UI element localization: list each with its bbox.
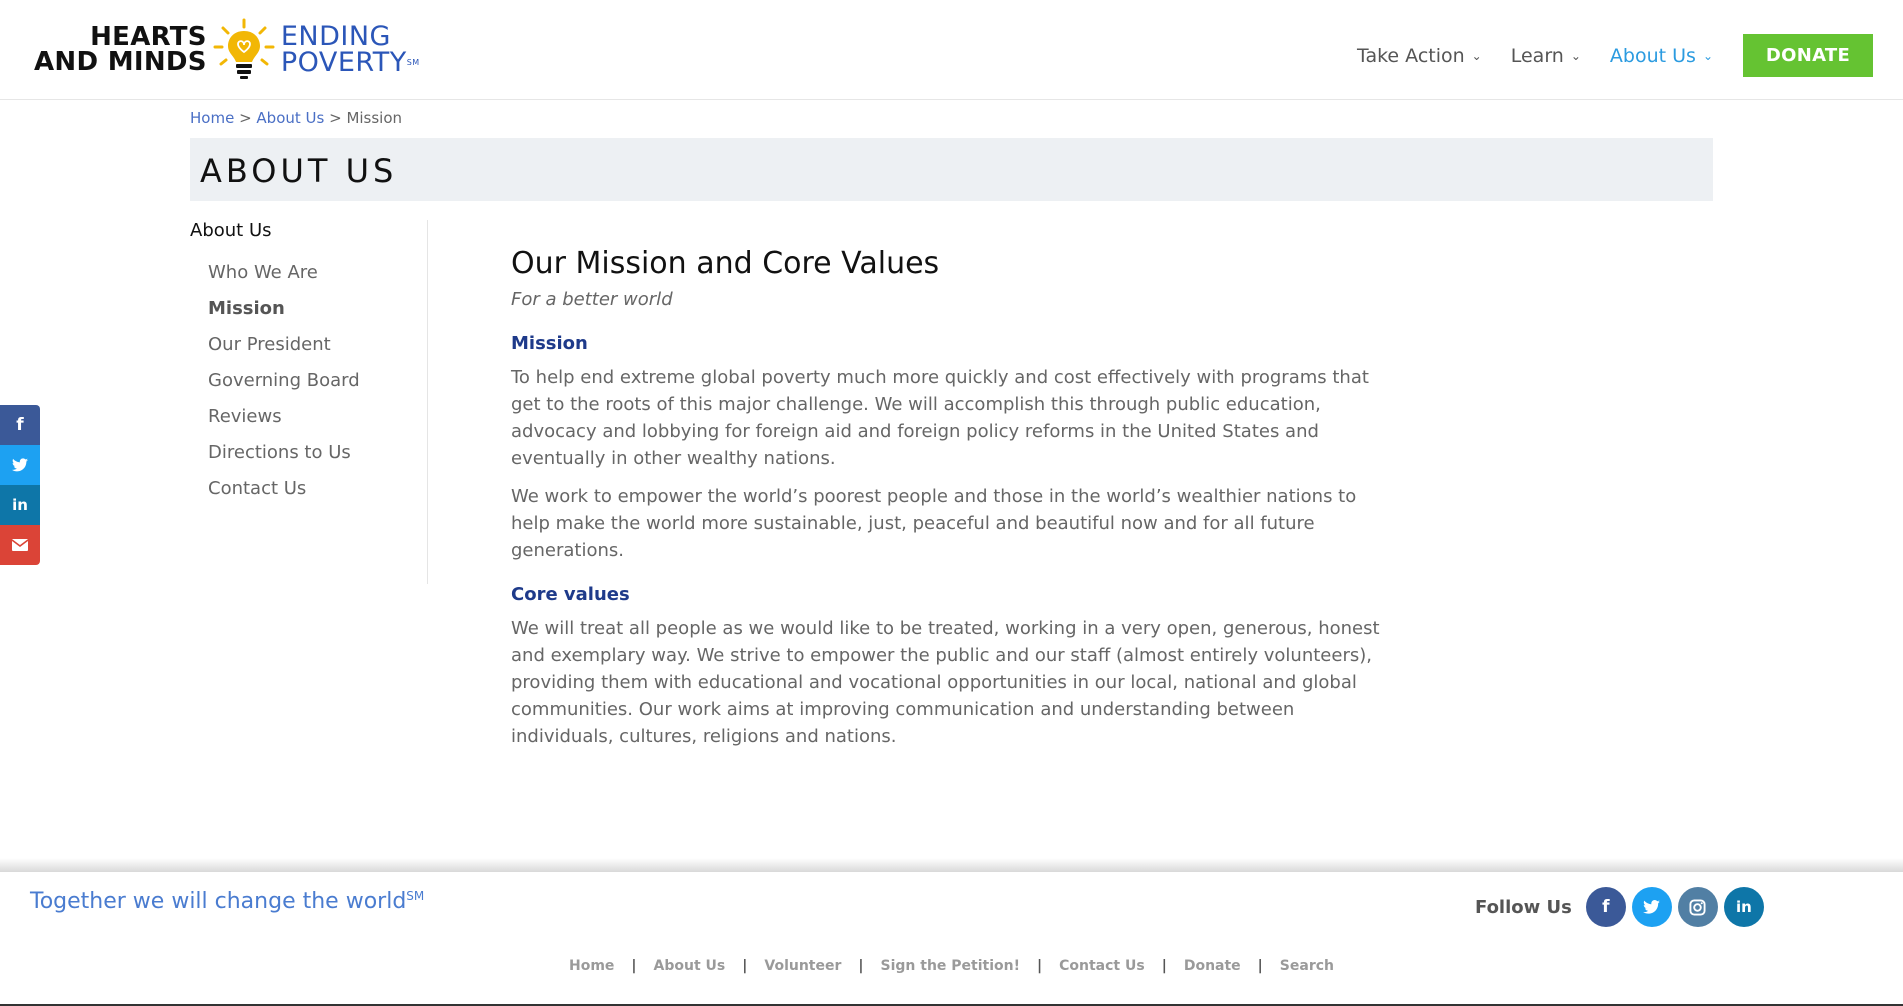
logo-line-and-minds: AND MINDS bbox=[34, 47, 207, 77]
logo-text-left: HEARTS AND MINDS bbox=[34, 24, 207, 77]
footer-separator: | bbox=[1257, 958, 1263, 974]
logo-text-right: ENDING POVERTYSM bbox=[280, 23, 420, 78]
nav-learn-label: Learn bbox=[1510, 44, 1564, 67]
nav-about-us-label: About Us bbox=[1609, 44, 1696, 67]
main-nav: Take Action ⌄ Learn ⌄ About Us ⌄ DONATE bbox=[1328, 34, 1903, 77]
page-title: ABOUT US bbox=[200, 152, 398, 190]
mission-paragraph-1: To help end extreme global poverty much … bbox=[511, 367, 1369, 469]
share-linkedin-button[interactable]: in bbox=[0, 485, 40, 525]
footer-links: Home | About Us | Volunteer | Sign the P… bbox=[0, 958, 1903, 974]
footer-separator: | bbox=[631, 958, 637, 974]
nav-take-action-label: Take Action bbox=[1357, 44, 1465, 67]
follow-us: Follow Us f in bbox=[1475, 887, 1764, 927]
instagram-icon bbox=[1689, 898, 1706, 916]
footer-tagline-text: Together we will change the world bbox=[30, 889, 407, 914]
donate-button[interactable]: DONATE bbox=[1743, 34, 1873, 77]
twitter-icon bbox=[1643, 900, 1661, 914]
facebook-icon: f bbox=[16, 415, 24, 435]
breadcrumb-home[interactable]: Home bbox=[190, 109, 234, 127]
sidebar-item-who-we-are[interactable]: Who We Are bbox=[208, 261, 427, 297]
mission-paragraph-2: We work to empower the world’s poorest p… bbox=[511, 486, 1357, 561]
footer-link-contact-us[interactable]: Contact Us bbox=[1059, 958, 1145, 974]
footer-separator: | bbox=[1037, 958, 1043, 974]
footer-separator: | bbox=[1161, 958, 1167, 974]
footer-link-volunteer[interactable]: Volunteer bbox=[764, 958, 841, 974]
follow-facebook-button[interactable]: f bbox=[1585, 887, 1626, 927]
breadcrumb-about-us[interactable]: About Us bbox=[256, 109, 324, 127]
lightbulb-icon bbox=[213, 18, 275, 79]
share-twitter-button[interactable] bbox=[0, 445, 40, 485]
section-title-core-values: Core values bbox=[511, 584, 630, 605]
content-heading: Our Mission and Core Values bbox=[511, 246, 940, 281]
facebook-icon: f bbox=[1602, 897, 1610, 917]
share-email-button[interactable] bbox=[0, 525, 40, 565]
sidebar-item-mission[interactable]: Mission bbox=[208, 297, 427, 333]
main-content: Our Mission and Core Values For a better… bbox=[511, 246, 1381, 761]
sidebar-item-directions[interactable]: Directions to Us bbox=[208, 441, 427, 477]
sidebar-title[interactable]: About Us bbox=[190, 220, 427, 241]
service-mark: SM bbox=[406, 58, 420, 67]
service-mark: SM bbox=[406, 889, 425, 903]
footer-separator: | bbox=[858, 958, 864, 974]
chevron-down-icon: ⌄ bbox=[1570, 48, 1581, 63]
site-header: HEARTS AND MINDS ENDING POVERTYSM Take A… bbox=[0, 0, 1903, 100]
breadcrumb: Home > About Us > Mission bbox=[190, 109, 402, 127]
site-footer: Together we will change the worldSM Foll… bbox=[0, 872, 1903, 1006]
breadcrumb-separator: > bbox=[234, 109, 257, 127]
linkedin-icon: in bbox=[1735, 898, 1752, 916]
share-facebook-button[interactable]: f bbox=[0, 405, 40, 445]
follow-us-label: Follow Us bbox=[1475, 896, 1572, 918]
footer-tagline: Together we will change the worldSM bbox=[30, 889, 424, 914]
sidebar-item-contact-us[interactable]: Contact Us bbox=[208, 477, 427, 513]
breadcrumb-current: Mission bbox=[346, 109, 403, 127]
nav-learn[interactable]: Learn ⌄ bbox=[1511, 45, 1581, 67]
nav-about-us[interactable]: About Us ⌄ bbox=[1610, 45, 1713, 67]
footer-separator: | bbox=[742, 958, 748, 974]
sidebar-item-our-president[interactable]: Our President bbox=[208, 333, 427, 369]
chevron-down-icon: ⌄ bbox=[1702, 48, 1713, 63]
follow-twitter-button[interactable] bbox=[1631, 887, 1672, 927]
footer-link-donate[interactable]: Donate bbox=[1184, 958, 1241, 974]
twitter-icon bbox=[12, 458, 28, 472]
content-subtitle: For a better world bbox=[511, 289, 673, 310]
breadcrumb-separator: > bbox=[324, 109, 347, 127]
core-values-paragraph: We will treat all people as we would lik… bbox=[511, 618, 1380, 747]
footer-link-search[interactable]: Search bbox=[1280, 958, 1334, 974]
footer-shadow bbox=[0, 858, 1903, 872]
logo-line-poverty: POVERTY bbox=[280, 47, 407, 78]
site-logo[interactable]: HEARTS AND MINDS ENDING POVERTYSM bbox=[34, 18, 420, 82]
nav-take-action[interactable]: Take Action ⌄ bbox=[1357, 45, 1482, 67]
page-title-bar: ABOUT US bbox=[190, 138, 1713, 201]
section-title-mission: Mission bbox=[511, 333, 588, 354]
sidebar-item-reviews[interactable]: Reviews bbox=[208, 405, 427, 441]
sidebar-menu: Who We Are Mission Our President Governi… bbox=[208, 261, 427, 513]
footer-link-home[interactable]: Home bbox=[569, 958, 614, 974]
linkedin-icon: in bbox=[12, 496, 28, 514]
sidebar-item-governing-board[interactable]: Governing Board bbox=[208, 369, 427, 405]
follow-linkedin-button[interactable]: in bbox=[1723, 887, 1764, 927]
email-icon bbox=[12, 539, 28, 551]
social-share-bar: f in bbox=[0, 405, 40, 565]
footer-link-sign-petition[interactable]: Sign the Petition! bbox=[881, 958, 1020, 974]
chevron-down-icon: ⌄ bbox=[1471, 48, 1482, 63]
footer-link-about-us[interactable]: About Us bbox=[654, 958, 726, 974]
follow-instagram-button[interactable] bbox=[1677, 887, 1718, 927]
sidebar: About Us Who We Are Mission Our Presiden… bbox=[190, 220, 428, 584]
